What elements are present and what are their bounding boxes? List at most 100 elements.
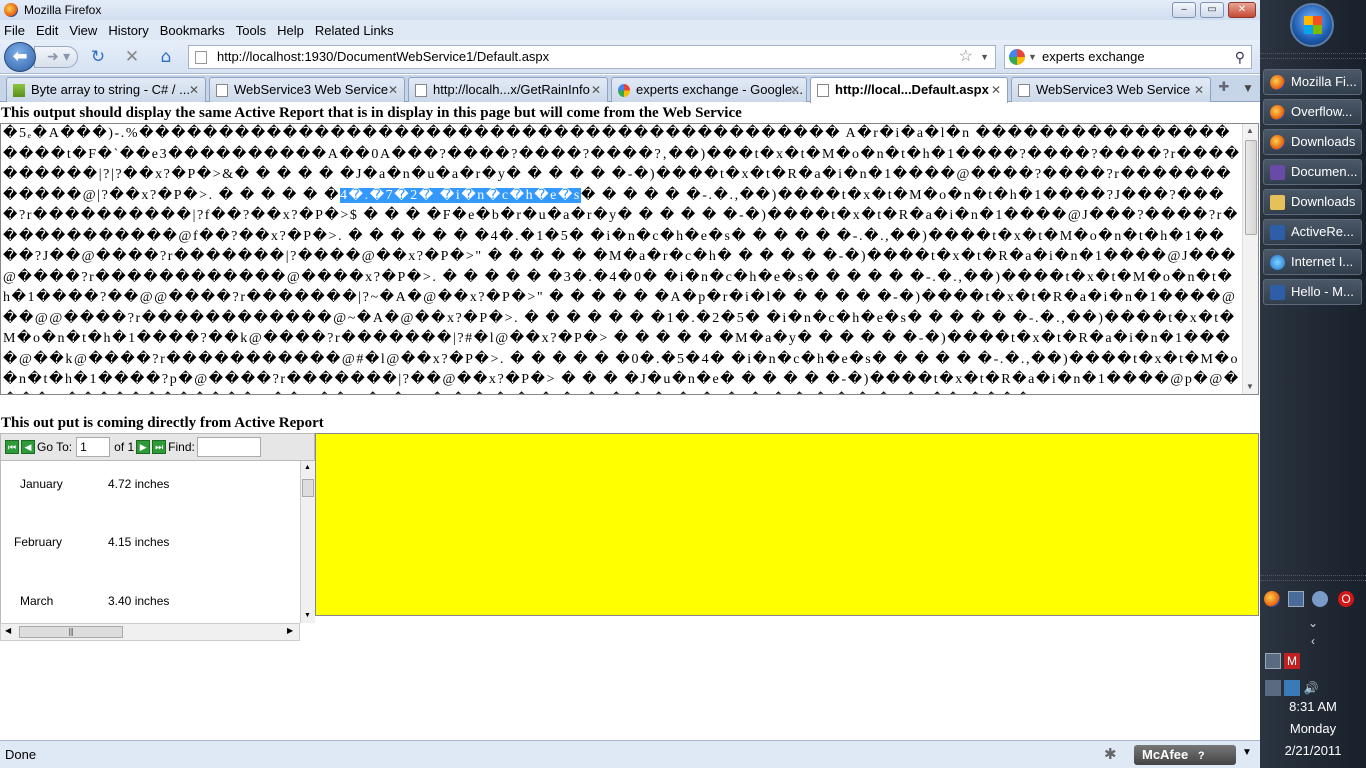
network-icon[interactable] — [1284, 680, 1300, 696]
clock-time[interactable]: 8:31 AM — [1260, 699, 1366, 714]
tab-default-aspx[interactable]: http://local...Default.aspx ✕ — [810, 77, 1008, 103]
taskbar-button-hello[interactable]: Hello - M... — [1263, 279, 1362, 305]
menu-related-links[interactable]: Related Links — [315, 23, 394, 38]
menu-history[interactable]: History — [108, 23, 148, 38]
report-vertical-scrollbar[interactable]: ▲ ▼ — [300, 461, 315, 623]
scroll-down-icon[interactable]: ▼ — [1246, 382, 1254, 391]
scroll-right-icon[interactable]: ▶ — [287, 626, 293, 635]
url-bar[interactable]: http://localhost:1930/DocumentWebService… — [188, 45, 996, 69]
search-icon[interactable]: ⚲ — [1235, 46, 1245, 68]
stop-icon[interactable]: ✕ — [122, 47, 142, 67]
close-icon[interactable]: ✕ — [189, 78, 199, 102]
tab-google-search[interactable]: experts exchange - Google... ✕ — [611, 77, 807, 102]
firefox-icon[interactable] — [1264, 591, 1280, 607]
help-icon[interactable]: ? — [1198, 750, 1205, 762]
new-tab-button[interactable]: ✚ — [1216, 80, 1232, 98]
taskbar-button-downloads-folder[interactable]: Downloads — [1263, 189, 1362, 215]
taskbar-label: Downloads — [1291, 194, 1356, 209]
network-icon[interactable] — [1312, 591, 1328, 607]
search-input[interactable]: experts exchange — [1042, 49, 1145, 64]
tray-grip[interactable] — [1260, 575, 1366, 581]
taskbar-button-internet-explorer[interactable]: Internet I... — [1263, 249, 1362, 275]
tab-byte-array[interactable]: Byte array to string - C# / ... ✕ — [6, 77, 206, 102]
chevron-double-down-icon[interactable]: ⌄ — [1305, 615, 1321, 631]
menu-edit[interactable]: Edit — [36, 23, 58, 38]
menu-tools[interactable]: Tools — [236, 23, 266, 38]
scroll-up-icon[interactable]: ▲ — [304, 463, 311, 471]
find-input[interactable] — [196, 437, 261, 457]
device-icon[interactable] — [1265, 680, 1281, 696]
taskbar-button-documen[interactable]: Documen... — [1263, 159, 1362, 185]
taskbar-button-overflow[interactable]: Overflow... — [1263, 99, 1362, 125]
report-horizontal-scrollbar[interactable]: ◀ ||| ▶ — [0, 623, 300, 641]
scroll-thumb[interactable] — [302, 479, 314, 497]
network-icon[interactable] — [1265, 653, 1281, 669]
tab-webservice3[interactable]: WebService3 Web Service ✕ — [209, 77, 405, 102]
back-button[interactable]: ⬅ — [4, 42, 36, 72]
google-icon[interactable] — [1009, 49, 1025, 65]
menu-bar: File Edit View History Bookmarks Tools H… — [0, 20, 1260, 40]
tab-label: experts exchange - Google... — [636, 82, 803, 97]
taskbar-button-downloads[interactable]: Downloads — [1263, 129, 1362, 155]
chevron-down-icon[interactable]: ▼ — [1028, 46, 1037, 68]
goto-page-input[interactable]: 1 — [76, 437, 111, 457]
menu-bookmarks[interactable]: Bookmarks — [160, 23, 225, 38]
taskbar-button-firefox[interactable]: Mozilla Fi... — [1263, 69, 1362, 95]
menu-view[interactable]: View — [69, 23, 97, 38]
firefox-icon — [1270, 105, 1285, 120]
tab-label: Byte array to string - C# / ... — [31, 82, 190, 97]
mcafee-icon[interactable]: M — [1284, 653, 1300, 669]
maximize-button[interactable]: ▭ — [1200, 2, 1224, 18]
close-icon[interactable]: ✕ — [388, 78, 398, 102]
menu-file[interactable]: File — [4, 23, 25, 38]
monitor-icon[interactable] — [1288, 591, 1304, 607]
home-icon[interactable]: ⌂ — [156, 47, 176, 67]
scroll-down-icon[interactable]: ▼ — [304, 611, 311, 619]
page-content: This output should display the same Acti… — [0, 103, 1260, 740]
close-icon[interactable]: ✕ — [991, 78, 1001, 102]
clock-date[interactable]: 2/21/2011 — [1260, 743, 1366, 758]
taskbar-button-activereports[interactable]: ActiveRe... — [1263, 219, 1362, 245]
scroll-left-icon[interactable]: ◀ — [5, 626, 11, 635]
scroll-thumb[interactable] — [1245, 140, 1257, 235]
close-button[interactable]: ✕ — [1228, 2, 1256, 18]
chevron-down-icon[interactable]: ▼ — [980, 46, 989, 68]
window-title: Mozilla Firefox — [24, 3, 102, 17]
start-button[interactable] — [1290, 3, 1334, 47]
opera-icon[interactable]: O — [1338, 591, 1354, 607]
close-icon[interactable]: ✕ — [591, 78, 601, 102]
report-canvas — [315, 433, 1259, 616]
status-bar: Done ✱ McAfee ? ▼ — [0, 740, 1260, 768]
chevron-down-icon[interactable]: ▼ — [1242, 747, 1252, 758]
taskbar-grip[interactable] — [1260, 53, 1366, 59]
last-page-icon[interactable]: ⏭ — [152, 440, 167, 454]
bookmark-star-icon[interactable]: ☆ — [959, 46, 973, 68]
tab-webservice3-2[interactable]: WebService3 Web Service ✕ — [1011, 77, 1211, 102]
addon-icon[interactable]: ✱ — [1104, 745, 1117, 763]
scroll-thumb[interactable]: ||| — [19, 626, 123, 638]
menu-help[interactable]: Help — [277, 23, 304, 38]
output-scrollbar[interactable]: ▲ ▼ — [1242, 124, 1258, 394]
first-page-icon[interactable]: ⏮ — [5, 440, 19, 454]
chevron-left-icon[interactable]: ‹ — [1305, 633, 1321, 649]
search-box[interactable]: ▼ experts exchange ⚲ — [1004, 45, 1252, 69]
reload-icon[interactable]: ↻ — [88, 47, 108, 67]
tab-getraininfo[interactable]: http://localh...x/GetRainInfo ✕ — [408, 77, 608, 102]
taskbar-label: Downloads — [1291, 134, 1356, 149]
previous-page-icon[interactable]: ◀ — [21, 440, 35, 454]
minimize-button[interactable]: ‒ — [1172, 2, 1196, 18]
next-page-icon[interactable]: ▶ — [136, 440, 151, 454]
close-icon[interactable]: ✕ — [790, 78, 800, 102]
rain-value: 4.72 inches — [108, 477, 170, 491]
garbled-text-part2: � � � � � �-.�.,��)����t�x�t�M�o�n�t�h�1… — [3, 187, 1240, 395]
volume-icon[interactable]: 🔊 — [1303, 680, 1319, 696]
scroll-up-icon[interactable]: ▲ — [1246, 126, 1254, 135]
mcafee-button[interactable]: McAfee ? — [1134, 745, 1236, 765]
clock-day[interactable]: Monday — [1260, 721, 1366, 736]
forward-button[interactable]: ➜ ▾ — [34, 46, 78, 68]
firefox-window: Mozilla Firefox ‒ ▭ ✕ File Edit View His… — [0, 0, 1260, 768]
report-page: January 4.72 inches February 4.15 inches… — [0, 461, 300, 623]
tab-bar: Byte array to string - C# / ... ✕ WebSer… — [0, 75, 1260, 103]
close-icon[interactable]: ✕ — [1194, 78, 1204, 102]
list-all-tabs-button[interactable]: ▼ — [1240, 80, 1256, 98]
